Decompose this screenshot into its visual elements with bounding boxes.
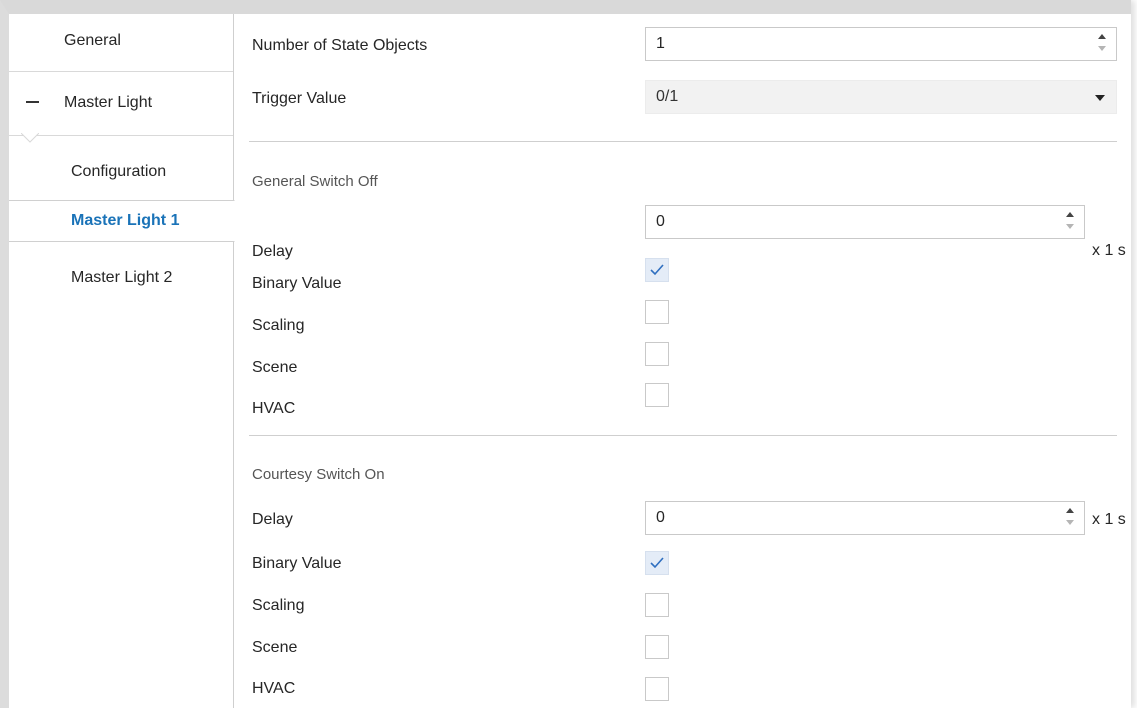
sidebar-item-configuration[interactable]: Configuration <box>9 152 233 192</box>
section-title-general-switch-off: General Switch Off <box>252 173 378 190</box>
num-state-objects-value: 1 <box>656 35 665 52</box>
trigger-value-selected: 0/1 <box>656 88 679 105</box>
hvac-label: HVAC <box>252 400 296 417</box>
binary-value-checkbox[interactable] <box>645 551 669 575</box>
binary-value-label: Binary Value <box>252 275 342 292</box>
sidebar-item-label: Configuration <box>71 163 167 180</box>
trigger-value-label: Trigger Value <box>252 90 347 107</box>
delay-value: 0 <box>656 213 665 230</box>
spinner[interactable] <box>1066 508 1076 528</box>
hvac-label: HVAC <box>252 680 296 697</box>
sidebar-item-master-light-1[interactable]: Master Light 1 <box>9 200 235 242</box>
sidebar-group-master-light[interactable]: Master Light <box>9 72 233 136</box>
binary-value-checkbox[interactable] <box>645 258 669 282</box>
delay-stepper[interactable]: 0 <box>645 501 1085 535</box>
divider <box>249 141 1117 142</box>
delay-unit: x 1 s <box>1092 242 1126 259</box>
sidebar-item-general[interactable]: General <box>9 14 233 72</box>
scaling-checkbox[interactable] <box>645 300 669 324</box>
sidebar-item-label: General <box>64 32 121 49</box>
window-frame: General Master Light Configuration Maste… <box>0 0 1131 708</box>
hvac-checkbox[interactable] <box>645 677 669 701</box>
num-state-objects-label: Number of State Objects <box>252 37 428 54</box>
section-title-courtesy-switch-on: Courtesy Switch On <box>252 466 385 483</box>
expand-notch-icon <box>21 133 39 143</box>
scene-checkbox[interactable] <box>645 342 669 366</box>
trigger-value-select[interactable]: 0/1 <box>645 80 1117 114</box>
collapse-icon[interactable] <box>26 101 39 103</box>
scaling-label: Scaling <box>252 317 305 334</box>
sidebar-group-label: Master Light <box>64 94 153 111</box>
spin-down-icon[interactable] <box>1098 46 1106 51</box>
spin-up-icon[interactable] <box>1066 212 1074 217</box>
binary-value-label: Binary Value <box>252 555 342 572</box>
sidebar-item-label: Master Light 1 <box>71 212 180 229</box>
delay-label: Delay <box>252 243 293 260</box>
sidebar: General Master Light Configuration Maste… <box>9 14 235 708</box>
divider <box>249 435 1117 436</box>
chevron-down-icon <box>1095 95 1105 101</box>
num-state-objects-stepper[interactable]: 1 <box>645 27 1117 61</box>
spinner[interactable] <box>1098 34 1108 54</box>
scene-checkbox[interactable] <box>645 635 669 659</box>
delay-unit: x 1 s <box>1092 511 1126 528</box>
sidebar-item-label: Master Light 2 <box>71 269 173 286</box>
scene-label: Scene <box>252 639 298 656</box>
scaling-label: Scaling <box>252 597 305 614</box>
scene-label: Scene <box>252 359 298 376</box>
hvac-checkbox[interactable] <box>645 383 669 407</box>
checkmark-icon <box>650 557 664 569</box>
spin-up-icon[interactable] <box>1066 508 1074 513</box>
checkmark-icon <box>650 264 664 276</box>
delay-value: 0 <box>656 509 665 526</box>
delay-stepper[interactable]: 0 <box>645 205 1085 239</box>
scaling-checkbox[interactable] <box>645 593 669 617</box>
spin-down-icon[interactable] <box>1066 224 1074 229</box>
spin-up-icon[interactable] <box>1098 34 1106 39</box>
sidebar-item-master-light-2[interactable]: Master Light 2 <box>9 258 233 298</box>
delay-label: Delay <box>252 511 293 528</box>
spin-down-icon[interactable] <box>1066 520 1074 525</box>
main-panel: Number of State Objects 1 Trigger Value … <box>234 14 1131 708</box>
spinner[interactable] <box>1066 212 1076 232</box>
